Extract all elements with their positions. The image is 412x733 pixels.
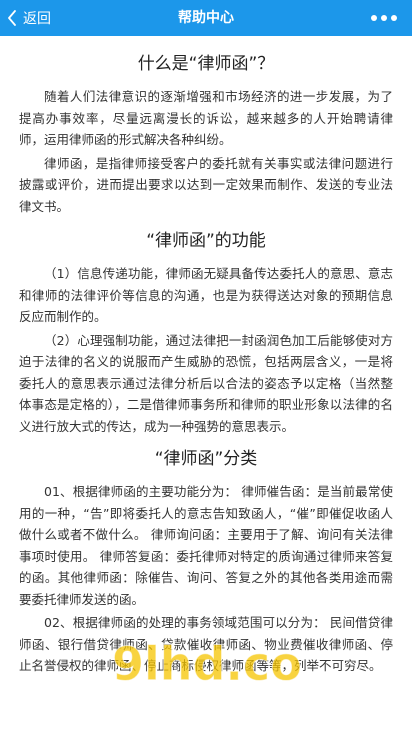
back-button-label: 返回 xyxy=(23,11,51,27)
chevron-left-icon xyxy=(8,10,16,26)
top-nav-bar: 返回 帮助中心 xyxy=(0,0,412,36)
more-menu-button[interactable] xyxy=(362,0,406,36)
more-dots-icon xyxy=(371,15,377,21)
section-heading: 什么是“律师函”？ xyxy=(137,54,275,74)
article-paragraph: （1）信息传递功能，律师函无疑具备传达委托人的意思、意志和律师的法律评价等信息的… xyxy=(19,266,393,324)
article-paragraph: 随着人们法律意识的逐渐增强和市场经济的进一步发展，为了提高办事效率，尽量远离漫长… xyxy=(19,89,393,147)
back-button[interactable]: 返回 xyxy=(0,0,70,36)
article-paragraph: （2）心理强制功能，通过法律把一封函润色加工后能够使对方迫于法律的名义的说服而产… xyxy=(19,332,393,434)
section-heading: “律师函”的功能 xyxy=(146,231,266,251)
article-paragraph: 02、根据律师函的处理的事务领域范围可以分为： 民间借贷律师函、银行借贷律师函、… xyxy=(19,615,393,673)
article-content: 什么是“律师函”？ 随着人们法律意识的逐渐增强和市场经济的进一步发展，为了提高办… xyxy=(0,36,412,733)
article-paragraph: 01、根据律师函的主要功能分为： 律师催告函：是当前最常使用的一种，“告”即将委… xyxy=(19,484,393,607)
section-heading: “律师函”分类 xyxy=(154,449,258,469)
article-paragraph: 律师函，是指律师接受客户的委托就有关事实或法律问题进行披露或评价，进而提出要求以… xyxy=(19,155,393,214)
